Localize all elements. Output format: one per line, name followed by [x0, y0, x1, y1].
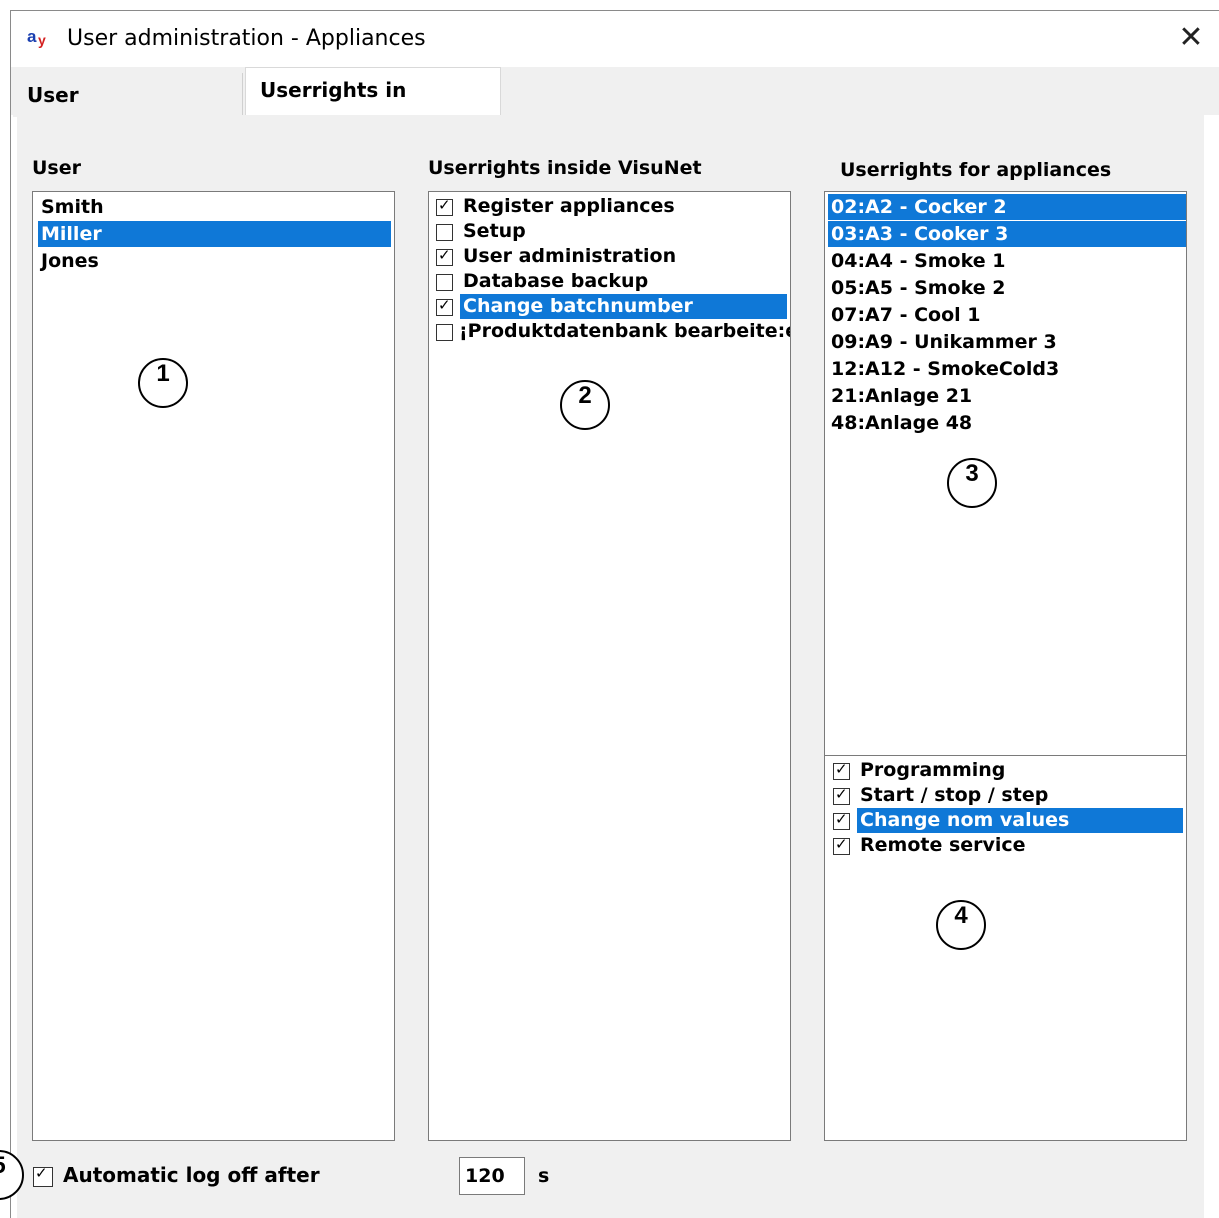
setup-checkbox[interactable]	[436, 224, 453, 241]
appliance-item[interactable]: 12:A12 - SmokeCold3	[828, 356, 1186, 382]
programming-checkbox[interactable]	[833, 760, 850, 780]
appliance-item[interactable]: 07:A7 - Cool 1	[828, 302, 1186, 328]
user-item-miller[interactable]: Miller	[38, 221, 391, 247]
change-batchnumber-label[interactable]: Change batchnumber	[460, 294, 787, 319]
title-bar: ay User administration - Appliances ✕	[11, 11, 1219, 67]
auto-logoff-seconds-input[interactable]: 120	[459, 1157, 525, 1195]
change-batchnumber-checkbox[interactable]	[436, 296, 453, 316]
user-list[interactable]: Smith Miller Jones	[32, 191, 395, 1141]
appliance-item[interactable]: 03:A3 - Cooker 3	[828, 221, 1186, 247]
setup-label[interactable]: Setup	[460, 219, 783, 244]
user-item-jones[interactable]: Jones	[38, 248, 391, 274]
tab-bar: User administration Userrights in VisuNe…	[11, 67, 1219, 151]
callout-3: 3	[947, 458, 997, 508]
user-item-smith[interactable]: Smith	[38, 194, 391, 220]
appliance-item[interactable]: 09:A9 - Unikammer 3	[828, 329, 1186, 355]
window-title: User administration - Appliances	[67, 26, 426, 51]
tab-userrights-in-visunet[interactable]: Userrights in VisuNet	[245, 67, 501, 146]
visunet-rights-list[interactable]: Register appliances Setup User administr…	[428, 191, 791, 1141]
user-administration-checkbox[interactable]	[436, 246, 453, 266]
register-appliances-label[interactable]: Register appliances	[460, 194, 783, 219]
user-administration-label[interactable]: User administration	[460, 244, 783, 269]
change-nom-values-label[interactable]: Change nom values	[857, 808, 1183, 833]
appliance-item[interactable]: 21:Anlage 21	[828, 383, 1186, 409]
appliance-list[interactable]: 02:A2 - Cocker 2 03:A3 - Cooker 3 04:A4 …	[824, 191, 1187, 756]
database-backup-checkbox[interactable]	[436, 274, 453, 291]
tab-user-administration[interactable]: User administration	[13, 73, 243, 151]
start-stop-step-label[interactable]: Start / stop / step	[857, 783, 1180, 808]
appliance-item[interactable]: 04:A4 - Smoke 1	[828, 248, 1186, 274]
visunet-rights-heading: Userrights inside VisuNet	[428, 157, 702, 179]
start-stop-step-checkbox[interactable]	[833, 785, 850, 805]
register-appliances-checkbox[interactable]	[436, 196, 453, 216]
auto-logoff-label[interactable]: Automatic log off after	[63, 1163, 320, 1187]
user-heading: User	[32, 157, 81, 179]
close-icon[interactable]: ✕	[1174, 22, 1208, 56]
remote-service-checkbox[interactable]	[833, 835, 850, 855]
appliance-rights-list[interactable]: Programming Start / stop / step Change n…	[824, 755, 1187, 1141]
change-nom-values-checkbox[interactable]	[833, 810, 850, 830]
appliance-rights-heading: Userrights for appliances	[840, 159, 1112, 181]
callout-2: 2	[560, 380, 610, 430]
callout-1: 1	[138, 358, 188, 408]
appliance-item[interactable]: 48:Anlage 48	[828, 410, 1186, 436]
tab-panel: User Smith Miller Jones Userrights insid…	[17, 115, 1204, 1218]
remote-service-label[interactable]: Remote service	[857, 833, 1180, 858]
dialog-window: ay User administration - Appliances ✕ Us…	[10, 10, 1219, 1218]
seconds-unit: s	[538, 1165, 550, 1187]
app-icon: ay	[27, 27, 46, 48]
programming-label[interactable]: Programming	[857, 758, 1180, 783]
produktdatenbank-label[interactable]: ¡Produktdatenbank bearbeite:e	[456, 319, 790, 344]
database-backup-label[interactable]: Database backup	[460, 269, 783, 294]
produktdatenbank-checkbox[interactable]	[436, 324, 453, 341]
callout-4: 4	[936, 900, 986, 950]
appliance-item[interactable]: 05:A5 - Smoke 2	[828, 275, 1186, 301]
auto-logoff-checkbox[interactable]	[33, 1164, 53, 1187]
appliance-item[interactable]: 02:A2 - Cocker 2	[828, 194, 1186, 220]
